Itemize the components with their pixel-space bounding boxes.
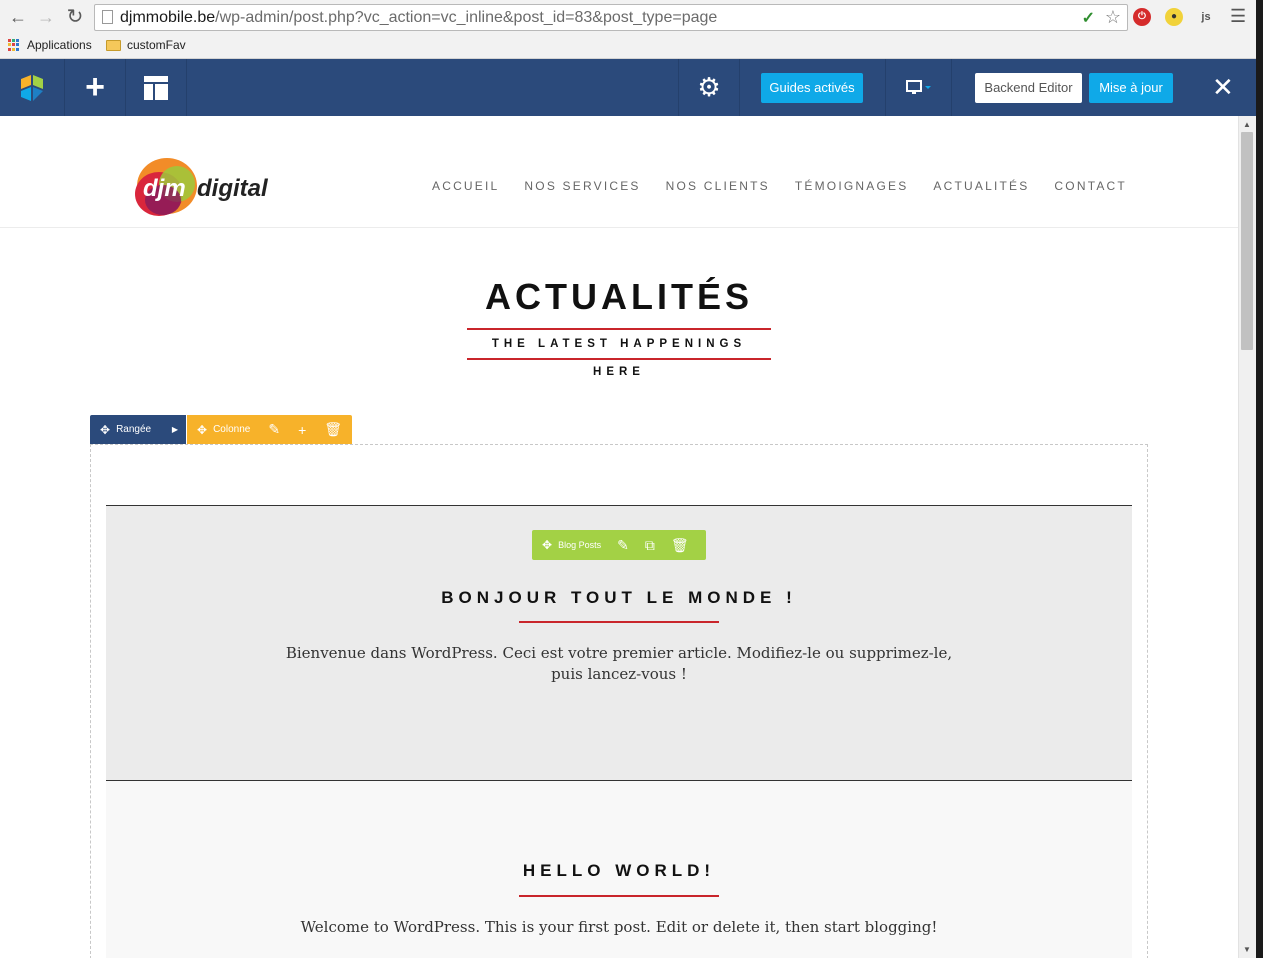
bookmark-label: Applications bbox=[27, 38, 92, 52]
guides-button[interactable]: Guides activés bbox=[761, 73, 863, 103]
clone-icon[interactable]: ⧉ bbox=[645, 537, 655, 554]
hamburger-menu-icon[interactable]: ☰ bbox=[1230, 6, 1246, 27]
bookmarks-bar: Applications customFav bbox=[0, 35, 1256, 59]
folder-icon bbox=[106, 39, 121, 51]
plus-icon[interactable]: + bbox=[298, 422, 306, 438]
page-icon bbox=[102, 10, 113, 24]
update-button[interactable]: Mise à jour bbox=[1089, 73, 1173, 103]
element-controls[interactable]: ✥ Blog Posts ✎ ⧉ 🗑 bbox=[532, 530, 706, 560]
bookmark-customfav[interactable]: customFav bbox=[106, 38, 186, 52]
page-title: ACTUALITÉS bbox=[485, 276, 753, 317]
post-excerpt: Welcome to WordPress. This is your first… bbox=[300, 918, 938, 936]
reload-icon[interactable]: ↻ bbox=[65, 7, 85, 27]
element-label: Blog Posts bbox=[558, 540, 602, 550]
move-icon[interactable]: ✥ bbox=[100, 423, 110, 437]
trash-icon[interactable]: 🗑 bbox=[671, 537, 689, 554]
logo-text-digital: digital bbox=[197, 175, 269, 202]
page-subtitle: THE LATEST HAPPENINGS HERE bbox=[491, 338, 747, 378]
url-host: djmmobile.be bbox=[120, 9, 216, 26]
js-extension-icon[interactable]: js bbox=[1197, 8, 1215, 26]
site-header: djm digital ACCUEIL NOS SERVICES NOS CLI… bbox=[0, 116, 1238, 228]
logo-text-djm: djm bbox=[143, 175, 186, 202]
forward-arrow-icon[interactable]: → bbox=[36, 7, 56, 27]
scroll-up-icon[interactable]: ▲ bbox=[1243, 120, 1251, 129]
gear-icon[interactable]: ⚙ bbox=[678, 59, 740, 116]
scroll-down-icon[interactable]: ▼ bbox=[1243, 945, 1251, 954]
blog-post: HELLO WORLD! Welcome to WordPress. This … bbox=[106, 781, 1132, 958]
nav-item-actualites[interactable]: ACTUALITÉS bbox=[933, 179, 1029, 193]
check-mark-icon[interactable]: ✓ bbox=[1082, 8, 1095, 28]
post-title[interactable]: BONJOUR TOUT LE MONDE ! bbox=[106, 588, 1132, 608]
subtitle-frame: THE LATEST HAPPENINGS HERE bbox=[467, 328, 771, 378]
main-navigation: ACCUEIL NOS SERVICES NOS CLIENTS TÉMOIGN… bbox=[432, 179, 1127, 193]
column-label: Colonne bbox=[213, 424, 251, 435]
apps-grid-icon bbox=[8, 38, 21, 52]
column-controls[interactable]: ✥ Colonne ✎ + 🗑 bbox=[187, 415, 352, 444]
move-icon[interactable]: ✥ bbox=[197, 423, 207, 437]
djm-digital-logo[interactable]: djm digital bbox=[133, 154, 273, 224]
move-icon[interactable]: ✥ bbox=[542, 538, 552, 552]
row-controls[interactable]: ✥ Rangée ▶ bbox=[90, 415, 186, 444]
vertical-scrollbar[interactable]: ▲ ▼ bbox=[1238, 116, 1256, 958]
pencil-icon[interactable]: ✎ bbox=[268, 421, 280, 438]
pencil-icon[interactable]: ✎ bbox=[617, 537, 629, 554]
plus-icon[interactable]: + bbox=[65, 59, 126, 116]
title-underline bbox=[519, 621, 719, 623]
row-label: Rangée bbox=[116, 424, 152, 435]
power-icon[interactable]: ⏻ bbox=[1133, 8, 1151, 26]
vc-logo-icon[interactable] bbox=[0, 59, 65, 116]
post-title[interactable]: HELLO WORLD! bbox=[106, 861, 1132, 881]
url-path: /wp-admin/post.php?vc_action=vc_inline&p… bbox=[215, 9, 718, 26]
desktop-icon[interactable] bbox=[885, 59, 952, 116]
nav-item-nos-services[interactable]: NOS SERVICES bbox=[524, 179, 640, 193]
nav-item-temoignages[interactable]: TÉMOIGNAGES bbox=[795, 179, 909, 193]
caret-right-icon[interactable]: ▶ bbox=[172, 425, 178, 434]
back-arrow-icon[interactable]: ← bbox=[8, 7, 28, 27]
backend-editor-button[interactable]: Backend Editor bbox=[975, 73, 1082, 103]
trash-icon[interactable]: 🗑 bbox=[324, 421, 342, 438]
bookmark-applications[interactable]: Applications bbox=[8, 38, 92, 52]
bookmark-label: customFav bbox=[127, 38, 186, 52]
page-viewport: djm digital ACCUEIL NOS SERVICES NOS CLI… bbox=[0, 116, 1238, 958]
lightbulb-icon[interactable]: ● bbox=[1165, 8, 1183, 26]
vc-toolbar: + ⚙ Guides activés Backend Editor Mise à… bbox=[0, 59, 1256, 116]
bookmark-star-icon[interactable]: ☆ bbox=[1105, 7, 1121, 28]
nav-item-accueil[interactable]: ACCUEIL bbox=[432, 179, 499, 193]
title-underline bbox=[519, 895, 719, 897]
nav-item-nos-clients[interactable]: NOS CLIENTS bbox=[666, 179, 770, 193]
browser-toolbar: ← → ↻ djmmobile.be/wp-admin/post.php?vc_… bbox=[0, 0, 1263, 35]
close-icon[interactable]: ✕ bbox=[1212, 73, 1234, 101]
scroll-thumb[interactable] bbox=[1241, 132, 1253, 350]
window-edge bbox=[1256, 0, 1263, 958]
url-text[interactable]: djmmobile.be/wp-admin/post.php?vc_action… bbox=[120, 9, 717, 27]
nav-item-contact[interactable]: CONTACT bbox=[1054, 179, 1127, 193]
templates-icon[interactable] bbox=[126, 59, 187, 116]
address-bar[interactable]: djmmobile.be/wp-admin/post.php?vc_action… bbox=[94, 4, 1128, 31]
post-excerpt: Bienvenue dans WordPress. Ceci est votre… bbox=[285, 644, 953, 683]
